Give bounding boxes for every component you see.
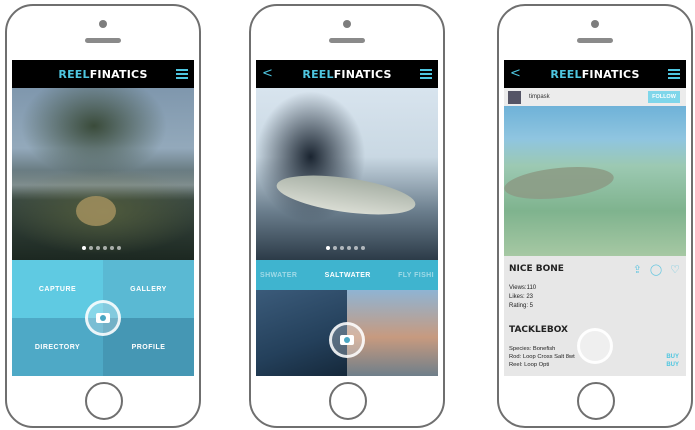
home-menu-grid: CAPTURE GALLERY DIRECTORY PROFILE [12,260,194,376]
post-screen: < REELFINATICS timpask FOLLOW NICE BONE … [504,60,686,376]
post-photo[interactable] [504,106,686,256]
fish-image [76,196,116,226]
gear-rod: Rod: Loop Cross Salt 8wt [509,354,575,360]
front-camera [343,20,351,28]
phone-frame-post: < REELFINATICS timpask FOLLOW NICE BONE … [497,4,693,428]
share-icon[interactable]: ⇪ [633,264,642,275]
carousel-dots[interactable] [82,246,121,250]
follow-label: FOLLOW [652,94,676,100]
fish-image [274,168,418,222]
app-logo[interactable]: REELFINATICS [302,68,391,81]
speaker-grille [577,38,613,43]
capture-label: CAPTURE [38,285,77,293]
top-bar: < REELFINATICS [504,60,686,88]
logo-reel-text: REEL [302,67,334,81]
gallery-label: GALLERY [130,285,167,293]
app-logo[interactable]: REELFINATICS [58,68,147,81]
back-icon[interactable]: < [262,66,273,81]
gear-reel: Reel: Loop Opti [509,362,550,368]
phone-frame-gallery: < REELFINATICS SHWATER SALTWATER FLY FIS… [249,4,445,428]
fish-image [504,162,616,204]
post-stats: Views:110 Likes: 23 Rating: 5 [509,284,681,311]
back-icon[interactable]: < [510,66,521,81]
directory-label: DIRECTORY [34,343,81,351]
logo-finatics-text: FINATICS [581,67,640,81]
camera-icon[interactable] [577,328,613,364]
speaker-grille [329,38,365,43]
menu-icon[interactable] [420,69,432,79]
top-bar: REELFINATICS [12,60,194,88]
buy-rod-link[interactable]: BUY [666,353,679,361]
gear-species: Species: Bonefish [509,346,556,352]
home-button[interactable] [329,382,367,420]
front-camera [99,20,107,28]
photo-grid [256,290,438,376]
hero-photo[interactable] [12,88,194,260]
menu-icon[interactable] [668,69,680,79]
buy-reel-link[interactable]: BUY [666,361,679,369]
rating-value: Rating: 5 [509,303,534,309]
phone-frame-home: REELFINATICS CAPTURE GALLERY DIRECTORY P… [5,4,201,428]
avatar[interactable] [508,90,521,104]
tab-freshwater[interactable]: SHWATER [260,272,297,279]
likes-count: Likes: 23 [509,294,534,300]
water-splash [12,170,194,200]
camera-icon[interactable] [329,322,365,358]
views-count: Views:110 [509,285,537,291]
follow-button[interactable]: FOLLOW [648,91,680,103]
front-camera [591,20,599,28]
tab-fly-fishing[interactable]: FLY FISHI [398,272,434,279]
comment-icon[interactable]: ◯ [650,264,662,275]
home-button[interactable] [85,382,123,420]
gallery-screen: < REELFINATICS SHWATER SALTWATER FLY FIS… [256,60,438,376]
logo-finatics-text: FINATICS [89,67,148,81]
post-details: NICE BONE ⇪ ◯ ♡ Views:110 Likes: 23 Rati… [504,256,686,376]
tab-saltwater[interactable]: SALTWATER [325,272,371,279]
category-tabs: SHWATER SALTWATER FLY FISHI [256,260,438,290]
logo-reel-text: REEL [58,67,90,81]
home-button[interactable] [577,382,615,420]
speaker-grille [85,38,121,43]
profile-label: PROFILE [131,343,166,351]
home-screen: REELFINATICS CAPTURE GALLERY DIRECTORY P… [12,60,194,376]
carousel-dots[interactable] [326,246,365,250]
post-actions: ⇪ ◯ ♡ [633,264,680,275]
featured-photo[interactable] [256,88,438,260]
top-bar: < REELFINATICS [256,60,438,88]
logo-finatics-text: FINATICS [333,67,392,81]
camera-icon[interactable] [85,300,121,336]
logo-reel-text: REEL [550,67,582,81]
app-logo[interactable]: REELFINATICS [550,68,639,81]
menu-icon[interactable] [176,69,188,79]
user-bar: timpask FOLLOW [504,88,686,106]
username[interactable]: timpask [529,94,550,100]
heart-icon[interactable]: ♡ [670,264,680,275]
